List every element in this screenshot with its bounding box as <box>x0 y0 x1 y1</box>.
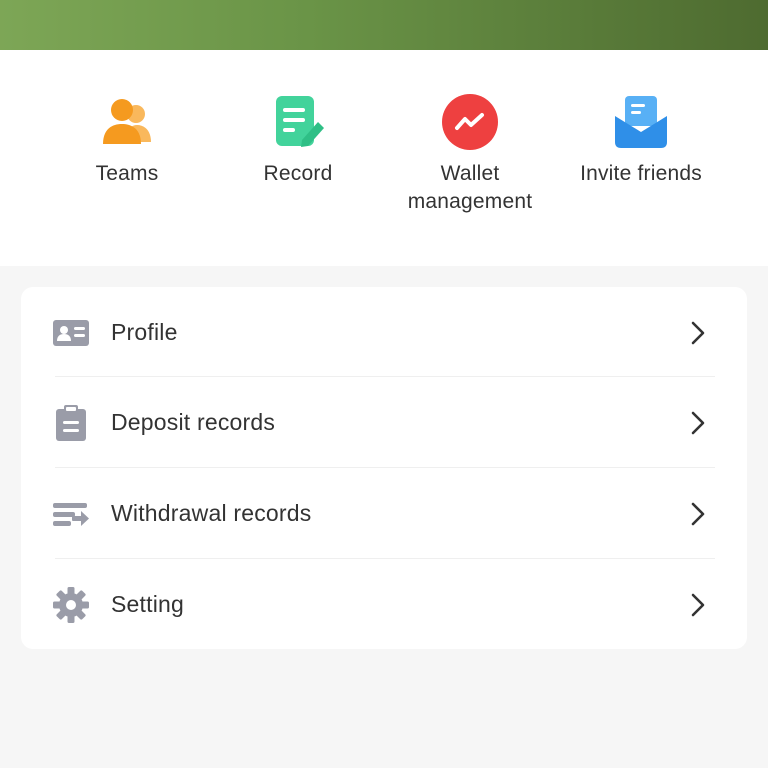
chevron-right-icon <box>691 321 705 344</box>
record-label: Record <box>263 162 333 185</box>
id-card-icon <box>53 319 89 346</box>
menu-item-label: Deposit records <box>111 409 276 435</box>
chevron-right-icon <box>691 593 705 616</box>
invite-friends-button[interactable]: Invite friends <box>555 92 727 188</box>
header-banner <box>0 0 768 50</box>
menu-item-label: Profile <box>111 319 178 345</box>
gear-icon <box>53 586 89 623</box>
wallet-management-label: Wallet management <box>407 162 533 213</box>
envelope-icon <box>615 96 667 148</box>
transfer-icon <box>53 502 89 526</box>
teams-icon <box>103 99 151 144</box>
menu-item-deposit-records[interactable]: Deposit records <box>21 377 747 468</box>
teams-button[interactable]: Teams <box>41 92 213 188</box>
menu-item-withdrawal-records[interactable]: Withdrawal records <box>21 468 747 559</box>
clipboard-icon <box>56 404 86 441</box>
menu-item-label: Withdrawal records <box>111 500 312 526</box>
record-icon <box>276 96 324 147</box>
chevron-right-icon <box>691 502 705 525</box>
chevron-right-icon <box>691 411 705 434</box>
wallet-trend-icon <box>442 94 498 150</box>
record-button[interactable]: Record <box>212 92 384 188</box>
menu-card: Profile Deposit records Withdrawal recor… <box>21 287 747 649</box>
quick-actions-panel: Teams Record Wallet management Invite fr… <box>0 50 768 266</box>
invite-friends-label: Invite friends <box>580 162 702 185</box>
wallet-management-button[interactable]: Wallet management <box>384 92 556 216</box>
menu-item-profile[interactable]: Profile <box>21 287 747 378</box>
menu-item-label: Setting <box>111 591 185 617</box>
teams-label: Teams <box>95 162 159 185</box>
menu-item-setting[interactable]: Setting <box>21 559 747 650</box>
